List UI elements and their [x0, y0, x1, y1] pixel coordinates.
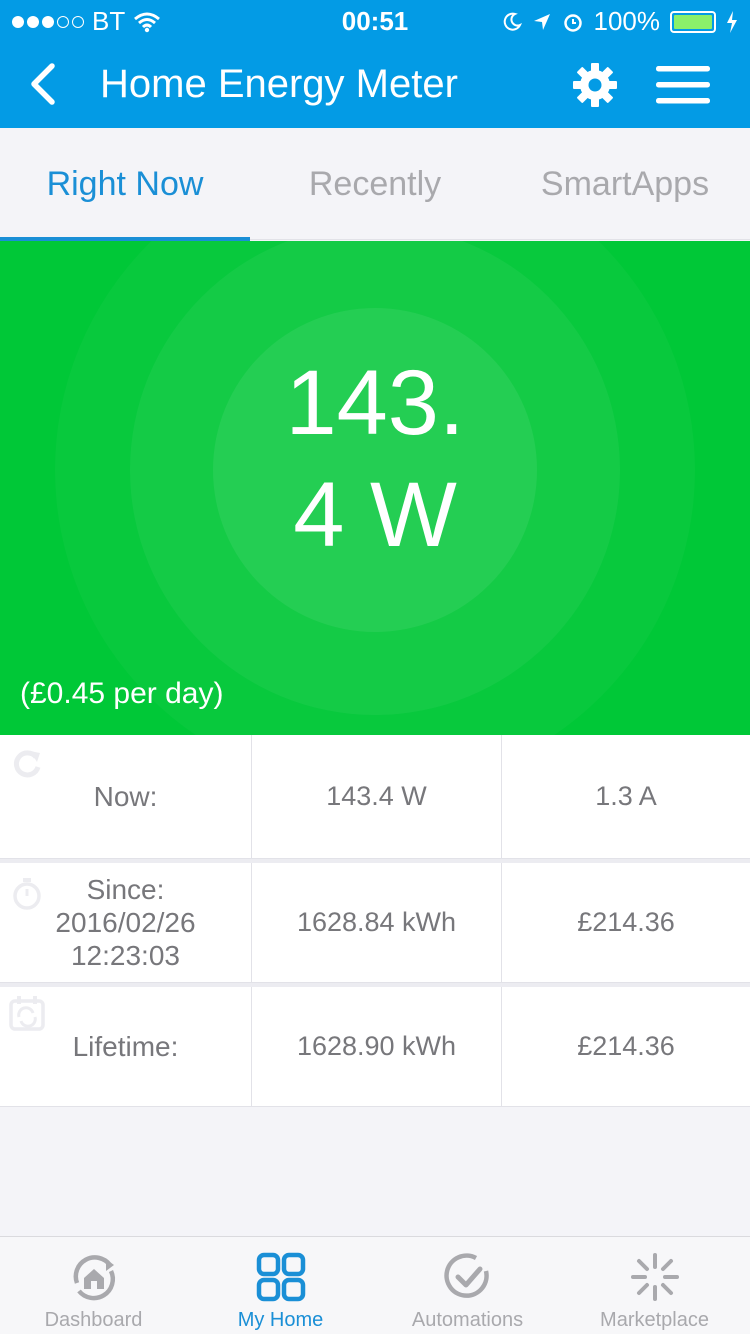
- since-time: 12:23:03: [70, 940, 180, 971]
- status-bar: BT 00:51 100%: [0, 0, 750, 40]
- daily-cost: (£0.45 per day): [20, 677, 224, 710]
- bottom-tab-label: Marketplace: [600, 1309, 709, 1331]
- row-label: Since: 2016/02/26 12:23:03: [0, 863, 252, 982]
- row-value: 1628.90 kWh: [252, 987, 502, 1106]
- hamburger-menu-icon[interactable]: [656, 66, 710, 104]
- bottom-tab-label: Automations: [411, 1309, 524, 1331]
- bottom-tab-bar: Dashboard My Home Automations Marketplac…: [0, 1236, 750, 1334]
- grid-icon: [256, 1252, 306, 1302]
- bottom-tab-marketplace[interactable]: Marketplace: [561, 1237, 748, 1334]
- bottom-tab-label: Dashboard: [44, 1309, 143, 1331]
- bottom-tab-label: My Home: [237, 1309, 324, 1331]
- table-row-lifetime: Lifetime: 1628.90 kWh £214.36: [0, 983, 750, 1107]
- table-row-since: Since: 2016/02/26 12:23:03 1628.84 kWh £…: [0, 859, 750, 983]
- bottom-tab-automations[interactable]: Automations: [374, 1237, 561, 1334]
- battery-percent: 100%: [593, 6, 661, 36]
- power-hero-tile[interactable]: 143. 4 W (£0.45 per day): [0, 241, 750, 735]
- bottom-tab-dashboard[interactable]: Dashboard: [0, 1237, 187, 1334]
- table-row-now: Now: 143.4 W 1.3 A: [0, 735, 750, 859]
- location-arrow-icon: [533, 13, 550, 30]
- back-button[interactable]: [24, 60, 64, 108]
- bottom-tab-my-home[interactable]: My Home: [187, 1237, 374, 1334]
- row-extra: £214.36: [577, 907, 675, 937]
- charging-bolt-icon: [727, 10, 737, 33]
- row-value: 143.4 W: [252, 735, 502, 858]
- row-extra: 1.3 A: [595, 781, 657, 811]
- tab-recently[interactable]: Recently: [250, 128, 500, 240]
- since-date: 2016/02/26: [55, 907, 196, 938]
- sparkle-icon: [631, 1253, 679, 1301]
- check-circle-icon: [444, 1253, 489, 1298]
- row-label: Now:: [0, 735, 252, 858]
- dashboard-home-icon: [73, 1255, 116, 1301]
- row-label: Lifetime:: [0, 987, 252, 1106]
- row-extra: £214.36: [577, 1031, 675, 1061]
- tab-right-now[interactable]: Right Now: [0, 128, 250, 241]
- nav-bar: Home Energy Meter: [0, 40, 750, 128]
- power-line-2: 4 W: [293, 464, 457, 566]
- power-line-1: 143.: [285, 352, 465, 454]
- moon-icon: [503, 12, 522, 31]
- page-title: Home Energy Meter: [100, 62, 458, 106]
- current-power-value: 143. 4 W: [0, 347, 750, 571]
- row-value: 1628.84 kWh: [252, 863, 502, 982]
- alarm-icon: [563, 13, 582, 32]
- tab-bar: Right Now Recently SmartApps: [0, 128, 750, 241]
- since-label: Since:: [86, 874, 165, 905]
- energy-stats-table: Now: 143.4 W 1.3 A Since: 2016/02/26 12:…: [0, 735, 750, 1107]
- tab-smartapps[interactable]: SmartApps: [500, 128, 750, 240]
- gear-icon[interactable]: [572, 62, 618, 108]
- battery-icon: [670, 10, 716, 33]
